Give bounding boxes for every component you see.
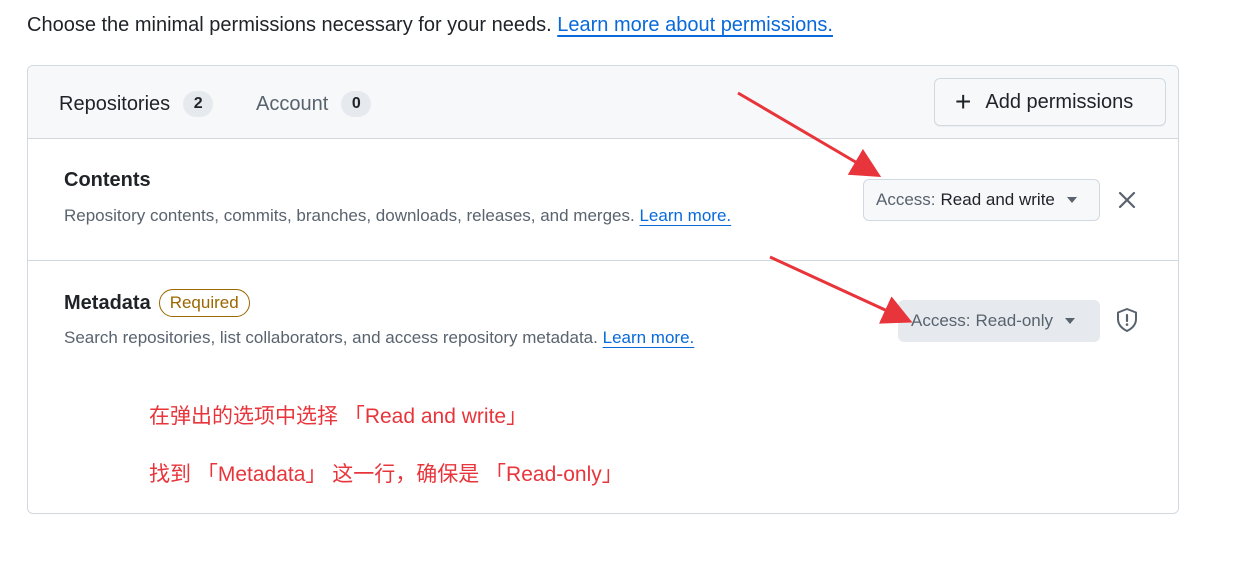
required-badge: Required (158, 289, 250, 317)
permission-row-contents: Contents Repository contents, commits, b… (28, 139, 1178, 261)
tab-account-label: Account (256, 92, 329, 115)
metadata-description: Search repositories, list collaborators,… (64, 328, 598, 347)
add-permissions-label: Add permissions (985, 90, 1134, 113)
permission-description: Repository contents, commits, branches, … (64, 206, 731, 226)
caret-down-icon (1066, 197, 1077, 203)
permission-title: Contents (64, 169, 151, 192)
intro-label: Choose the minimal permissions necessary… (27, 14, 552, 36)
access-prefix: Access: (911, 311, 971, 330)
metadata-title: Metadata (64, 291, 151, 314)
contents-learn-more-link[interactable]: Learn more. (639, 206, 731, 225)
annotation-select-read-write: 在弹出的选项中选择 「Read and write」 (149, 405, 528, 428)
add-permissions-button[interactable]: + Add permissions (934, 78, 1166, 126)
tab-repositories[interactable]: Repositories 2 (59, 91, 214, 117)
tab-account[interactable]: Account 0 (256, 91, 372, 117)
close-icon[interactable] (1116, 189, 1138, 211)
access-value: Read and write (940, 190, 1055, 209)
access-value: Read-only (975, 311, 1054, 330)
contents-title: Contents (64, 169, 151, 191)
permissions-panel: Repositories 2 Account 0 + Add permissio… (27, 65, 1179, 514)
contents-description: Repository contents, commits, branches, … (64, 206, 635, 225)
access-prefix: Access: (876, 190, 936, 209)
annotation-metadata-read-only: 找到 「Metadata」 这一行，确保是 「Read-only」 (149, 463, 623, 486)
tab-repositories-count: 2 (183, 91, 214, 117)
permission-description: Search repositories, list collaborators,… (64, 328, 694, 348)
learn-more-permissions-link[interactable]: Learn more about permissions. (557, 14, 833, 36)
shield-icon (1117, 308, 1137, 332)
permission-title: Metadata Required (64, 289, 250, 317)
tab-repositories-label: Repositories (59, 92, 171, 115)
intro-text: Choose the minimal permissions necessary… (27, 14, 833, 37)
plus-icon: + (955, 86, 972, 117)
contents-access-dropdown[interactable]: Access: Read and write (863, 179, 1100, 221)
caret-down-icon (1065, 318, 1076, 324)
permissions-header: Repositories 2 Account 0 + Add permissio… (28, 66, 1178, 139)
metadata-learn-more-link[interactable]: Learn more. (603, 328, 695, 347)
metadata-access-dropdown[interactable]: Access: Read-only (898, 300, 1100, 342)
tab-account-count: 0 (341, 91, 372, 117)
